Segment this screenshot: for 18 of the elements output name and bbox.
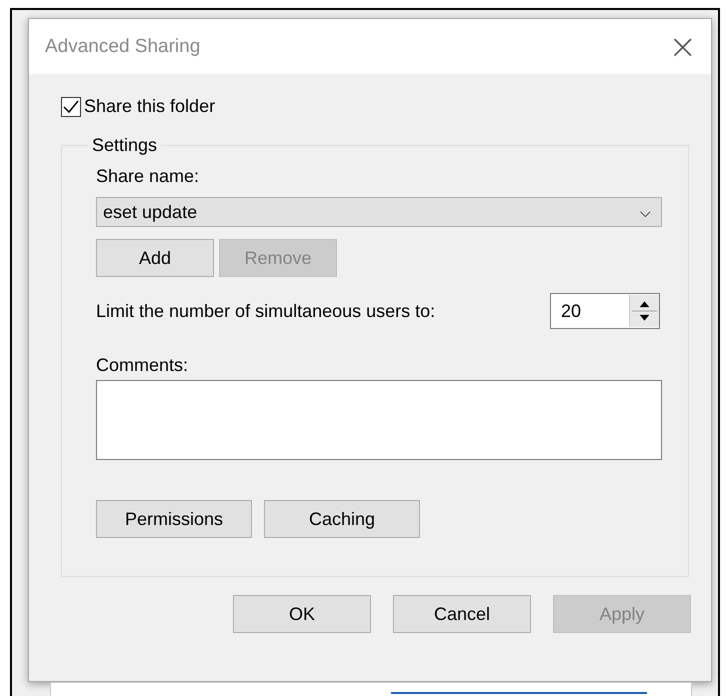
field-label: Limit the number of simultaneous users to: [96,300,436,322]
comments-field[interactable] [96,380,662,460]
caching-button[interactable]: Caching [264,500,420,538]
share-name-dropdown[interactable]: eset update ⌵ [96,197,662,227]
field-label: Share name: [96,166,200,187]
window-title: Advanced Sharing [45,36,200,58]
group-legend: Settings [88,135,162,156]
add-button[interactable]: Add [96,239,214,277]
checkbox-label: Share this folder [84,96,216,117]
user-limit-spinner[interactable]: 20 [550,293,660,329]
checkmark-icon [63,100,79,114]
ok-button[interactable]: OK [233,595,371,633]
field-label: Comments: [96,355,190,376]
checkbox[interactable] [61,96,81,116]
close-button[interactable]: × [668,30,697,64]
permissions-button[interactable]: Permissions [96,500,252,538]
cancel-button[interactable]: Cancel [393,595,531,633]
spinner-arrows-icon[interactable] [629,295,659,327]
